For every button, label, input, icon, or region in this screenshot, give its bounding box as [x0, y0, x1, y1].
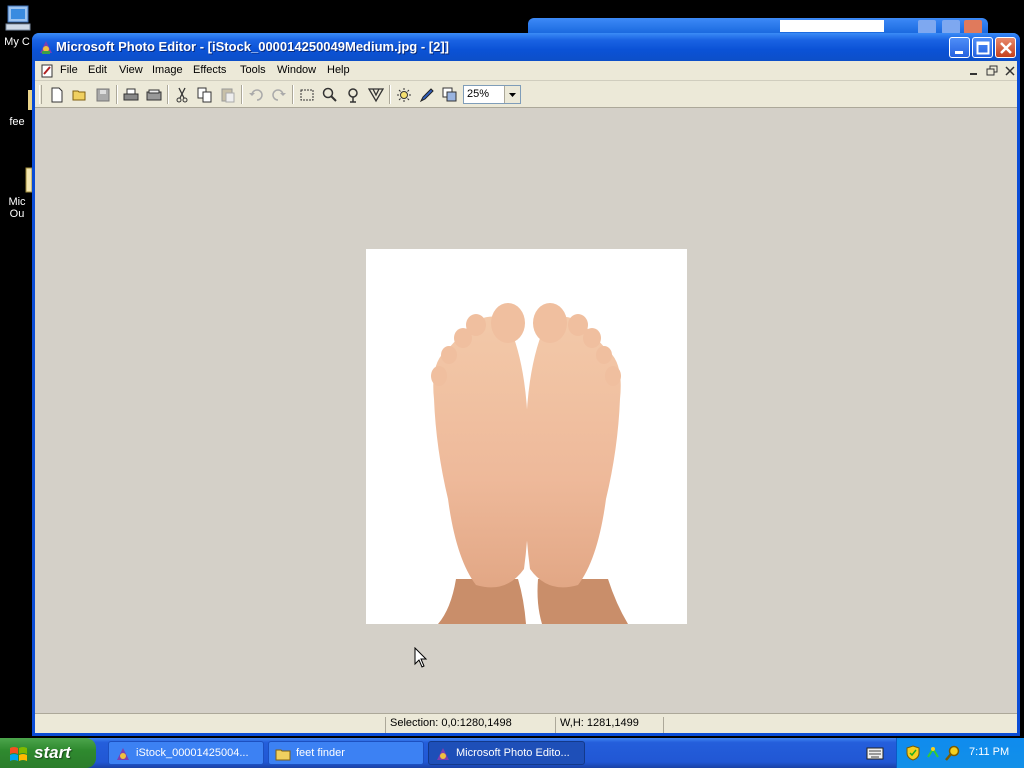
- photo-editor-icon: [115, 746, 131, 762]
- mouse-cursor-icon: [414, 646, 428, 672]
- background-window-button: [918, 20, 936, 34]
- menu-edit[interactable]: Edit: [88, 64, 107, 76]
- folder-icon: [2, 84, 32, 114]
- close-button[interactable]: [995, 37, 1016, 58]
- doc-minimize-button[interactable]: [967, 65, 981, 77]
- menu-bar: File Edit View Image Effects Tools Windo…: [35, 61, 1017, 81]
- desktop-icon-label: fee: [9, 116, 25, 128]
- toolbar-separator: [167, 85, 169, 104]
- document-icon[interactable]: [39, 63, 55, 79]
- open-folder-icon[interactable]: [70, 85, 90, 104]
- desktop-icon-outlook[interactable]: Mic Ou: [0, 164, 34, 220]
- copy-icon[interactable]: [195, 85, 215, 104]
- windows-logo-icon: [10, 747, 27, 761]
- desktop-icon-label: Mic: [8, 196, 26, 208]
- doc-restore-button[interactable]: [985, 65, 999, 77]
- background-window-field: [780, 20, 884, 32]
- menu-image[interactable]: Image: [152, 64, 183, 76]
- network-icon[interactable]: [925, 745, 941, 761]
- clock[interactable]: 7:11 PM: [969, 746, 1009, 758]
- window-title: Microsoft Photo Editor - [iStock_0000142…: [56, 39, 449, 54]
- save-icon[interactable]: [93, 85, 113, 104]
- start-label: start: [34, 743, 71, 762]
- doc-close-button[interactable]: [1003, 65, 1017, 77]
- menu-file[interactable]: File: [60, 64, 78, 76]
- toolbar-grip[interactable]: [39, 85, 42, 104]
- zoom-value: 25%: [467, 88, 490, 100]
- minimize-button[interactable]: [949, 37, 970, 58]
- photo-editor-icon: [435, 746, 451, 762]
- redo-icon[interactable]: [269, 85, 289, 104]
- status-size: W,H: 1281,1499: [555, 717, 663, 733]
- system-tray: 7:11 PM: [896, 738, 1024, 768]
- zoom-dropdown[interactable]: 25%: [463, 85, 521, 104]
- scan-icon[interactable]: [144, 85, 164, 104]
- menu-view[interactable]: View: [119, 64, 143, 76]
- image-workspace[interactable]: [35, 109, 1017, 712]
- toolbar-separator: [116, 85, 118, 104]
- taskbar-button-label: feet finder: [296, 747, 345, 759]
- feet-photo: [431, 303, 628, 624]
- zoom-icon[interactable]: [320, 85, 340, 104]
- photo-canvas[interactable]: [366, 249, 687, 624]
- select-icon[interactable]: [297, 85, 317, 104]
- chevron-down-icon[interactable]: [504, 86, 520, 103]
- menu-help[interactable]: Help: [327, 64, 350, 76]
- new-file-icon[interactable]: [47, 85, 67, 104]
- keyboard-icon[interactable]: [866, 747, 884, 760]
- taskbar: start iStock_00001425004... feet finder …: [0, 738, 1024, 768]
- desktop-icon-label: My C: [4, 36, 30, 48]
- folder-icon: [275, 746, 291, 762]
- cut-icon[interactable]: [172, 85, 192, 104]
- toolbar-separator: [389, 85, 391, 104]
- menu-tools[interactable]: Tools: [240, 64, 266, 76]
- balance-icon[interactable]: [366, 85, 386, 104]
- desktop-icon-my-computer[interactable]: My C: [0, 4, 34, 48]
- my-computer-icon: [2, 4, 32, 34]
- maximize-button[interactable]: [972, 37, 993, 58]
- paste-icon[interactable]: [218, 85, 238, 104]
- toolbar: 25%: [35, 81, 1017, 108]
- menu-window[interactable]: Window: [277, 64, 316, 76]
- taskbar-button-label: iStock_00001425004...: [136, 747, 249, 759]
- status-bar: Selection: 0,0:1280,1498 W,H: 1281,1499: [35, 713, 1017, 733]
- clone-icon[interactable]: [440, 85, 460, 104]
- taskbar-button-istock[interactable]: iStock_00001425004...: [108, 741, 264, 765]
- toolbar-separator: [241, 85, 243, 104]
- print-icon[interactable]: [121, 85, 141, 104]
- toolbar-separator: [292, 85, 294, 104]
- desktop-icon-feet[interactable]: fee: [0, 84, 34, 128]
- taskbar-button-label: Microsoft Photo Edito...: [456, 747, 570, 759]
- desktop-icon-label-2: Ou: [9, 208, 25, 220]
- status-selection: Selection: 0,0:1280,1498: [385, 717, 555, 733]
- taskbar-button-feet-finder[interactable]: feet finder: [268, 741, 424, 765]
- smudge-icon[interactable]: [343, 85, 363, 104]
- start-button[interactable]: start: [0, 738, 96, 768]
- search-icon[interactable]: [945, 745, 961, 761]
- taskbar-button-photo-editor[interactable]: Microsoft Photo Edito...: [428, 741, 585, 765]
- undo-icon[interactable]: [246, 85, 266, 104]
- shield-icon[interactable]: [905, 745, 921, 761]
- background-window-close: [964, 20, 982, 34]
- photo-editor-icon: [38, 39, 54, 55]
- photo-editor-window: Microsoft Photo Editor - [iStock_0000142…: [32, 33, 1020, 736]
- sharpen-icon[interactable]: [394, 85, 414, 104]
- background-window-button: [942, 20, 960, 34]
- menu-effects[interactable]: Effects: [193, 64, 226, 76]
- window-client: File Edit View Image Effects Tools Windo…: [35, 61, 1017, 733]
- title-bar[interactable]: Microsoft Photo Editor - [iStock_0000142…: [32, 33, 1020, 61]
- outlook-icon: [2, 164, 33, 194]
- pen-icon[interactable]: [417, 85, 437, 104]
- status-empty: [663, 717, 1017, 733]
